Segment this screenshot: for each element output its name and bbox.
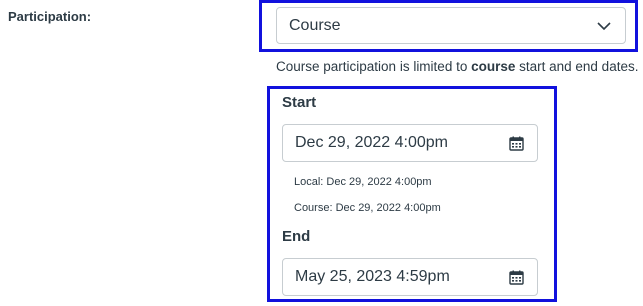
hint-text-suffix: start and end dates. xyxy=(515,59,639,74)
participation-label: Participation: xyxy=(8,9,92,24)
start-title: Start xyxy=(282,94,317,111)
chevron-down-icon xyxy=(597,22,611,31)
start-date-value: Dec 29, 2022 4:00pm xyxy=(295,134,448,151)
participation-select[interactable]: Course xyxy=(276,7,626,44)
end-date-input[interactable]: May 25, 2023 4:59pm xyxy=(282,258,538,296)
start-local-time: Local: Dec 29, 2022 4:00pm xyxy=(294,176,432,188)
end-title: End xyxy=(282,228,311,245)
hint-text-bold: course xyxy=(471,59,516,74)
participation-select-value: Course xyxy=(289,16,341,34)
start-course-time: Course: Dec 29, 2022 4:00pm xyxy=(294,202,441,214)
end-date-value: May 25, 2023 4:59pm xyxy=(295,268,450,285)
start-date-input[interactable]: Dec 29, 2022 4:00pm xyxy=(282,124,538,162)
calendar-icon[interactable] xyxy=(509,136,524,151)
hint-text-prefix: Course participation is limited to xyxy=(276,59,472,74)
calendar-icon[interactable] xyxy=(509,270,524,285)
participation-settings: Participation: Course Course participati… xyxy=(0,0,643,306)
participation-hint: Course participation is limited to cours… xyxy=(276,59,638,74)
